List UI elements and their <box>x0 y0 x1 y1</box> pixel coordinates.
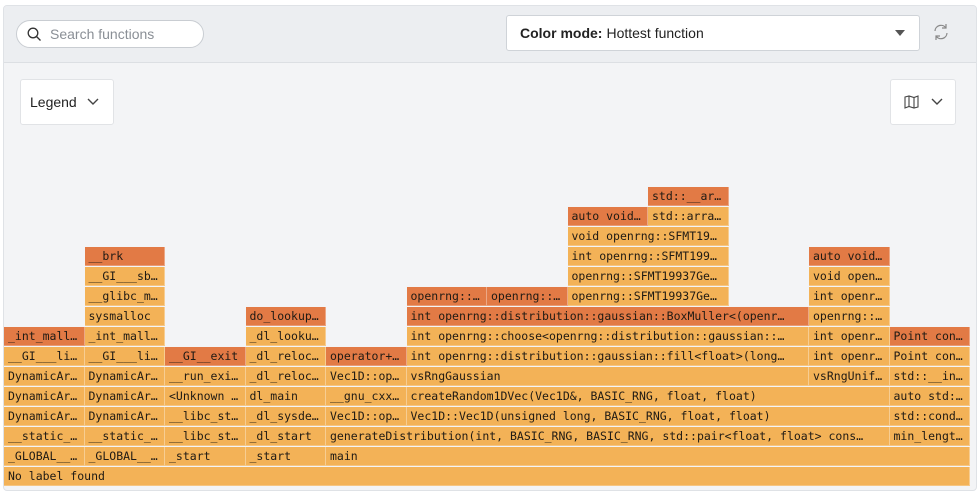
flame-frame[interactable]: _GLOBAL__… <box>4 447 85 466</box>
flame-frame[interactable]: DynamicAr… <box>84 407 165 426</box>
flame-frame[interactable]: int openr… <box>809 347 890 366</box>
flame-frame[interactable]: Vec1D::Vec1D(unsigned long, BASIC_RNG, f… <box>406 407 890 426</box>
flame-frame[interactable]: __GI___li… <box>84 347 165 366</box>
flame-frame[interactable]: __gnu_cxx… <box>326 387 407 406</box>
flame-frame[interactable]: openrng::… <box>487 287 568 306</box>
legend-label: Legend <box>30 94 77 110</box>
flame-frame[interactable]: openrng::… <box>406 287 487 306</box>
flame-frame[interactable]: main <box>326 447 970 466</box>
map-icon <box>903 95 919 109</box>
toolbar: Color mode: Hottest function <box>4 6 976 63</box>
flame-frame[interactable]: auto std:… <box>889 387 970 406</box>
flame-frame[interactable]: _dl_start <box>245 427 326 446</box>
flame-frame[interactable]: openrng::SFMT19937Ge… <box>567 267 729 286</box>
search-input[interactable] <box>48 25 192 43</box>
flame-frame[interactable]: __brk <box>84 247 165 266</box>
flame-frame[interactable]: _start <box>165 447 246 466</box>
flame-frame[interactable]: DynamicAr… <box>4 407 85 426</box>
flame-frame[interactable]: _dl_reloc… <box>245 347 326 366</box>
flame-frame[interactable]: openrng::… <box>809 307 890 326</box>
flame-frame[interactable]: do_lookup… <box>245 307 326 326</box>
flame-frame[interactable]: __GI__exit <box>165 347 246 366</box>
flame-frame[interactable]: Vec1D::op… <box>326 367 407 386</box>
flame-frame[interactable]: std::__in… <box>889 367 970 386</box>
caret-down-icon <box>895 30 905 36</box>
flame-frame[interactable]: int openrng::distribution::gaussian::fil… <box>406 347 809 366</box>
flame-frame[interactable]: generateDistribution(int, BASIC_RNG, BAS… <box>326 427 890 446</box>
flamegraph-panel: No label found _GLOBAL__… __static_… Dynami… <box>3 5 977 491</box>
flame-frame[interactable]: __libc_st… <box>165 427 246 446</box>
flame-frame[interactable]: std::cond… <box>889 407 970 426</box>
flame-frame[interactable]: <Unknown … <box>165 387 246 406</box>
flame-frame[interactable]: Point con… <box>889 327 970 346</box>
flame-frame[interactable]: min_lengt… <box>889 427 970 446</box>
flame-frame[interactable]: __static_… <box>4 427 85 446</box>
flame-frame[interactable]: int openrng::distribution::gaussian::Box… <box>406 307 809 326</box>
flame-frame[interactable]: __GI___sb… <box>84 267 165 286</box>
color-mode-label: Color mode: <box>520 25 603 41</box>
flame-frame[interactable]: _int_mall… <box>4 327 85 346</box>
flame-frame[interactable]: createRandom1DVec(Vec1D&, BASIC_RNG, flo… <box>406 387 890 406</box>
color-mode-select[interactable]: Color mode: Hottest function <box>506 15 920 51</box>
flame-frame[interactable]: int openr… <box>809 327 890 346</box>
search-icon <box>27 27 41 41</box>
flame-frame[interactable]: std::__ar… <box>648 187 729 206</box>
color-mode-value: Hottest function <box>606 25 704 41</box>
minimap-button[interactable] <box>890 79 956 125</box>
legend-button[interactable]: Legend <box>20 79 114 125</box>
flame-frame[interactable]: No label found <box>4 467 970 486</box>
flame-frame[interactable]: int openrng::choose<openrng::distributio… <box>406 327 809 346</box>
flame-frame[interactable]: __glibc_m… <box>84 287 165 306</box>
flame-frame[interactable]: sysmalloc <box>84 307 165 326</box>
flame-frame[interactable]: dl_main <box>245 387 326 406</box>
flame-frame[interactable]: auto void… <box>809 247 890 266</box>
flame-frame[interactable]: _int_mall… <box>84 327 165 346</box>
chevron-down-icon <box>87 98 99 105</box>
flame-frame[interactable]: std::arra… <box>648 207 729 226</box>
flame-frame[interactable]: _GLOBAL__… <box>84 447 165 466</box>
flame-frame[interactable]: openrng::SFMT19937Ge… <box>567 287 729 306</box>
flame-frame[interactable]: DynamicAr… <box>84 387 165 406</box>
flame-frame[interactable]: DynamicAr… <box>84 367 165 386</box>
flamegraph: No label found _GLOBAL__… __static_… Dynami… <box>4 6 976 490</box>
flame-frame[interactable]: __GI___li… <box>4 347 85 366</box>
flame-frame[interactable]: Vec1D::op… <box>326 407 407 426</box>
flame-frame[interactable]: Point con… <box>889 347 970 366</box>
flame-frame[interactable]: int openrng::SFMT199… <box>567 247 729 266</box>
flame-frame[interactable]: DynamicAr… <box>4 367 85 386</box>
refresh-icon[interactable] <box>932 23 950 41</box>
flame-frame[interactable]: int openr… <box>809 287 890 306</box>
flame-frame[interactable]: __run_exi… <box>165 367 246 386</box>
flame-frame[interactable]: operator+… <box>326 347 407 366</box>
search-box[interactable] <box>16 20 204 48</box>
flame-frame[interactable]: DynamicAr… <box>4 387 85 406</box>
flame-frame[interactable]: __static_… <box>84 427 165 446</box>
flame-frame[interactable]: _dl_looku… <box>245 327 326 346</box>
flame-frame[interactable]: __libc_st… <box>165 407 246 426</box>
flame-frame[interactable]: void openrng::SFMT19… <box>567 227 729 246</box>
flame-frame[interactable]: vsRngGaussian <box>406 367 809 386</box>
flame-frame[interactable]: auto void… <box>567 207 648 226</box>
flame-frame[interactable]: _start <box>245 447 326 466</box>
flame-frame[interactable]: vsRngUnif… <box>809 367 890 386</box>
flame-frame[interactable]: _dl_sysde… <box>245 407 326 426</box>
flame-frame[interactable]: void open… <box>809 267 890 286</box>
chevron-down-icon <box>931 98 942 105</box>
flame-frame[interactable]: _dl_reloc… <box>245 367 326 386</box>
